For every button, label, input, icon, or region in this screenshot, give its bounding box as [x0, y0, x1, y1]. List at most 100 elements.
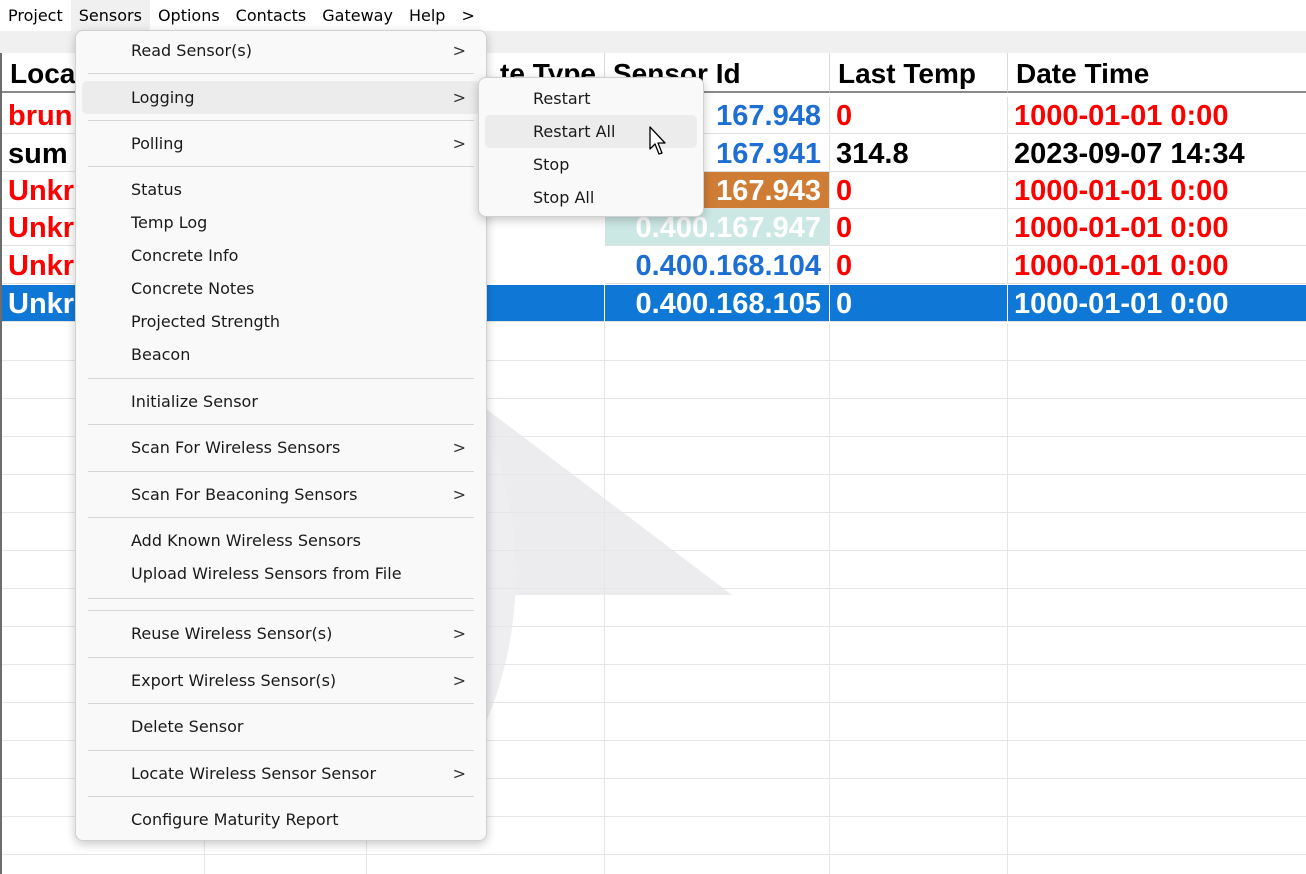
menu-item-label: Temp Log: [131, 213, 208, 232]
menu-item-initialize-sensor[interactable]: Initialize Sensor: [82, 385, 480, 418]
empty-cell: [1008, 399, 1306, 437]
empty-cell: [605, 855, 830, 874]
empty-cell: [1008, 437, 1306, 475]
menu-separator: [88, 796, 474, 797]
menu-item-label: Concrete Notes: [131, 279, 255, 298]
empty-cell: [2, 855, 205, 874]
menu-item-scan-for-wireless-sensors[interactable]: Scan For Wireless Sensors >: [82, 431, 480, 464]
submenu-item-restart[interactable]: Restart: [485, 82, 697, 115]
menu-help[interactable]: Help: [401, 0, 453, 31]
menu-separator: [88, 598, 474, 599]
cell-last-temp: 0: [830, 97, 1008, 134]
menu-item-label: Read Sensor(s): [131, 41, 252, 60]
empty-cell: [605, 551, 830, 589]
menu-item-label: Upload Wireless Sensors from File: [131, 564, 402, 583]
empty-cell: [605, 323, 830, 361]
cell-date-time: 1000-01-01 0:00: [1008, 247, 1306, 284]
empty-cell: [605, 627, 830, 665]
chevron-right-icon: >: [452, 438, 466, 457]
empty-cell: [830, 323, 1008, 361]
empty-cell: [367, 855, 605, 874]
cell-sensor-id: 0.400.168.105: [605, 285, 830, 322]
menu-item-concrete-notes[interactable]: Concrete Notes: [82, 272, 480, 305]
empty-cell: [605, 437, 830, 475]
empty-cell: [205, 855, 367, 874]
empty-cell: [605, 665, 830, 703]
chevron-right-icon: >: [452, 41, 466, 60]
menu-item-beacon[interactable]: Beacon: [82, 338, 480, 371]
empty-cell: [830, 855, 1008, 874]
empty-cell: [605, 817, 830, 855]
menu-item-temp-log[interactable]: Temp Log: [82, 206, 480, 239]
menu-overflow-button[interactable]: >: [453, 0, 482, 31]
menu-item-locate-wireless-sensor-sensor[interactable]: Locate Wireless Sensor Sensor >: [82, 757, 480, 790]
menu-item-configure-maturity-report[interactable]: Configure Maturity Report: [82, 803, 480, 836]
menu-item-label: Delete Sensor: [131, 717, 244, 736]
empty-cell: [830, 741, 1008, 779]
menu-separator: [88, 166, 474, 167]
empty-cell: [830, 551, 1008, 589]
menu-item-polling[interactable]: Polling >: [82, 127, 480, 160]
menu-item-export-wireless-sensor-s[interactable]: Export Wireless Sensor(s) >: [82, 664, 480, 697]
menu-item-label: Export Wireless Sensor(s): [131, 671, 337, 690]
menu-item-read-sensor-s[interactable]: Read Sensor(s) >: [82, 34, 480, 67]
empty-cell: [605, 589, 830, 627]
empty-cell: [830, 399, 1008, 437]
chevron-right-icon: >: [452, 134, 466, 153]
header-date-time[interactable]: Date Time: [1008, 53, 1306, 93]
menu-item-label: Reuse Wireless Sensor(s): [131, 624, 333, 643]
cell-date-time: 1000-01-01 0:00: [1008, 285, 1306, 322]
menu-item-add-known-wireless-sensors[interactable]: Add Known Wireless Sensors: [82, 524, 480, 557]
menu-item-concrete-info[interactable]: Concrete Info: [82, 239, 480, 272]
chevron-right-icon: >: [452, 624, 466, 643]
menu-separator: [88, 610, 474, 611]
submenu-item-stop-all[interactable]: Stop All: [485, 181, 697, 214]
menu-project[interactable]: Project: [0, 0, 71, 31]
empty-cell: [1008, 551, 1306, 589]
cell-last-temp: 314.8: [830, 135, 1008, 172]
menu-separator: [88, 120, 474, 121]
menu-item-label: Projected Strength: [131, 312, 281, 331]
chevron-right-icon: >: [452, 485, 466, 504]
header-last-temp[interactable]: Last Temp: [830, 53, 1008, 93]
menu-item-reuse-wireless-sensor-s[interactable]: Reuse Wireless Sensor(s) >: [82, 617, 480, 650]
menu-separator: [88, 703, 474, 704]
menu-item-projected-strength[interactable]: Projected Strength: [82, 305, 480, 338]
menu-sensors[interactable]: Sensors: [70, 0, 150, 31]
menu-item-delete-sensor[interactable]: Delete Sensor: [82, 710, 480, 743]
empty-cell: [830, 437, 1008, 475]
menu-options[interactable]: Options: [150, 0, 228, 31]
empty-cell: [830, 627, 1008, 665]
menu-item-upload-wireless-sensors-from-file[interactable]: Upload Wireless Sensors from File: [82, 557, 480, 590]
empty-cell: [1008, 513, 1306, 551]
empty-cell: [1008, 323, 1306, 361]
menu-separator: [88, 73, 474, 74]
empty-cell: [605, 703, 830, 741]
cell-sensor-id: 0.400.168.104: [605, 247, 830, 284]
menu-gateway[interactable]: Gateway: [314, 0, 401, 31]
cell-last-temp: 0: [830, 172, 1008, 209]
menu-item-scan-for-beaconing-sensors[interactable]: Scan For Beaconing Sensors >: [82, 478, 480, 511]
cell-date-time: 1000-01-01 0:00: [1008, 172, 1306, 209]
sensors-menu: Read Sensor(s) > Logging > Polling > Status Tem…: [75, 30, 487, 841]
chevron-right-icon: >: [452, 764, 466, 783]
cell-date-time: 1000-01-01 0:00: [1008, 97, 1306, 134]
menu-item-label: Initialize Sensor: [131, 392, 258, 411]
cell-last-temp: 0: [830, 247, 1008, 284]
menu-item-status[interactable]: Status: [82, 173, 480, 206]
empty-cell: [1008, 779, 1306, 817]
empty-cell: [1008, 741, 1306, 779]
empty-cell: [830, 703, 1008, 741]
menu-item-label: Polling: [131, 134, 184, 153]
menu-item-label: Beacon: [131, 345, 191, 364]
menu-item-logging[interactable]: Logging >: [82, 81, 480, 114]
chevron-right-icon: >: [452, 88, 466, 107]
chevron-right-icon: >: [452, 671, 466, 690]
menu-item-label: Logging: [131, 88, 195, 107]
empty-cell: [1008, 703, 1306, 741]
empty-row: [2, 855, 1306, 874]
menu-separator: [88, 471, 474, 472]
empty-cell: [1008, 627, 1306, 665]
cell-date-time: 1000-01-01 0:00: [1008, 209, 1306, 246]
menu-contacts[interactable]: Contacts: [228, 0, 315, 31]
